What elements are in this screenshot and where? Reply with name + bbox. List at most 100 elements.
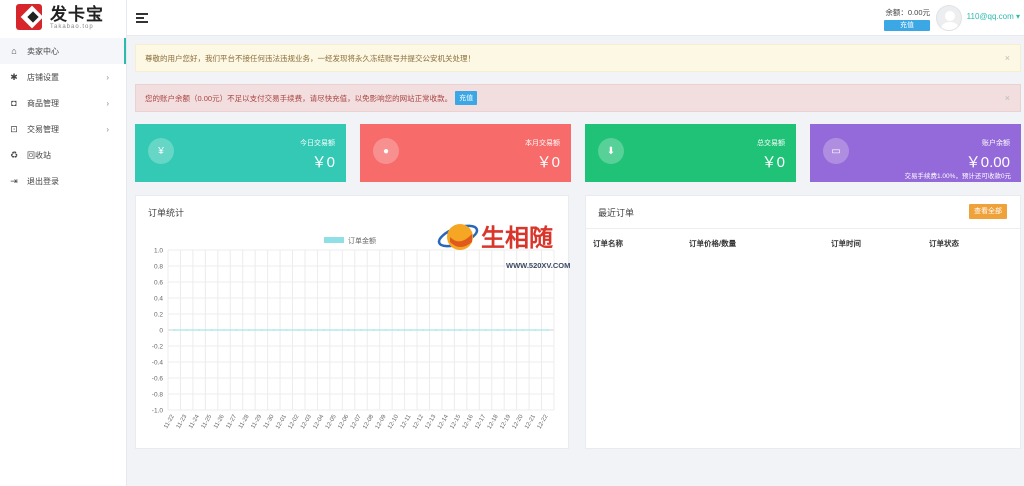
close-icon[interactable]: × bbox=[1005, 93, 1010, 103]
brand-logo[interactable]: 发卡宝 Takabao.top bbox=[0, 0, 126, 36]
data-point[interactable] bbox=[173, 329, 176, 331]
column-header: 订单状态 bbox=[929, 239, 959, 248]
close-icon[interactable]: × bbox=[1005, 53, 1010, 63]
brand-subtitle: Takabao.top bbox=[50, 24, 94, 30]
x-tick-label: 12-01 bbox=[275, 413, 288, 430]
x-tick-label: 11-28 bbox=[238, 413, 251, 429]
data-point[interactable] bbox=[385, 329, 387, 331]
data-point[interactable] bbox=[422, 329, 425, 331]
column-header: 订单名称 bbox=[593, 239, 623, 248]
data-point[interactable] bbox=[310, 329, 312, 331]
comment-icon: ▭ bbox=[823, 138, 849, 164]
chevron-right-icon: › bbox=[106, 72, 109, 82]
notice-alert: 尊敬的用户您好，我们平台不接任何违法违规业务，一经发现将永久冻结账号并提交公安机… bbox=[135, 44, 1021, 72]
alert-recharge-button[interactable]: 充值 bbox=[455, 91, 478, 105]
legend-swatch[interactable] bbox=[324, 237, 344, 243]
y-tick-label: 0.6 bbox=[154, 280, 163, 287]
data-point[interactable] bbox=[347, 329, 350, 331]
data-point[interactable] bbox=[248, 329, 250, 331]
cart-icon: ⊡ bbox=[10, 123, 18, 134]
stat-label: 总交易额 bbox=[757, 140, 785, 147]
chevron-right-icon: › bbox=[106, 98, 109, 108]
data-point[interactable] bbox=[372, 329, 375, 331]
x-tick-label: 12-22 bbox=[537, 413, 550, 430]
stat-card-0: ¥ 今日交易额 ￥0 bbox=[135, 124, 346, 182]
x-tick-label: 12-12 bbox=[412, 413, 425, 430]
sidebar-item-4[interactable]: ♻ 回收站 bbox=[0, 142, 126, 168]
x-tick-label: 12-07 bbox=[350, 413, 363, 430]
bag-icon: ◘ bbox=[11, 98, 17, 108]
sidebar-item-2[interactable]: ◘ 商品管理 › bbox=[0, 90, 126, 116]
stat-value: ￥0.00 bbox=[965, 154, 1010, 171]
y-tick-label: 0.2 bbox=[154, 312, 163, 319]
data-point[interactable] bbox=[410, 329, 412, 331]
data-point[interactable] bbox=[322, 329, 325, 331]
stat-value: ￥0 bbox=[311, 154, 335, 171]
column-header: 订单价格/数量 bbox=[689, 239, 737, 248]
menu-toggle-icon[interactable] bbox=[136, 13, 148, 23]
x-tick-label: 12-13 bbox=[425, 413, 438, 430]
x-tick-label: 12-03 bbox=[300, 413, 313, 430]
data-point[interactable] bbox=[185, 329, 188, 331]
data-point[interactable] bbox=[484, 329, 487, 331]
sidebar-item-0[interactable]: ⌂ 卖家中心 bbox=[0, 38, 126, 64]
data-point[interactable] bbox=[223, 329, 225, 331]
y-tick-label: -0.6 bbox=[152, 376, 164, 383]
x-tick-label: 12-06 bbox=[337, 413, 350, 430]
data-point[interactable] bbox=[260, 329, 263, 331]
x-tick-label: 12-14 bbox=[437, 413, 450, 430]
data-point[interactable] bbox=[297, 329, 300, 331]
x-tick-label: 12-10 bbox=[387, 413, 400, 430]
data-point[interactable] bbox=[447, 329, 449, 331]
view-all-button[interactable]: 查看全部 bbox=[969, 204, 1007, 219]
data-point[interactable] bbox=[472, 329, 474, 331]
stat-card-1: ● 本月交易额 ￥0 bbox=[360, 124, 571, 182]
data-point[interactable] bbox=[198, 329, 200, 331]
data-point[interactable] bbox=[273, 329, 275, 331]
data-point[interactable] bbox=[546, 329, 549, 331]
data-point[interactable] bbox=[335, 329, 337, 331]
x-tick-label: 11-22 bbox=[163, 413, 176, 429]
balance-alert-text: 您的账户余额（0.00元）不足以支付交易手续费，请尽快充值，以免影响您的网站正常… bbox=[145, 93, 453, 103]
x-tick-label: 12-05 bbox=[325, 413, 338, 430]
recharge-button[interactable]: 充值 bbox=[884, 20, 930, 31]
x-tick-label: 12-17 bbox=[474, 413, 487, 430]
data-point[interactable] bbox=[509, 329, 512, 331]
x-tick-label: 11-27 bbox=[226, 413, 239, 429]
stat-label: 今日交易额 bbox=[300, 140, 335, 147]
sidebar-item-5[interactable]: ⇥ 退出登录 bbox=[0, 168, 126, 194]
logout-icon: ⇥ bbox=[10, 175, 18, 186]
sidebar-item-3[interactable]: ⊡ 交易管理 › bbox=[0, 116, 126, 142]
orders-table-header: 订单名称 订单价格/数量 订单时间 订单状态 bbox=[586, 228, 1020, 250]
x-tick-label: 12-08 bbox=[362, 413, 375, 430]
y-tick-label: -0.8 bbox=[152, 392, 164, 399]
x-tick-label: 12-21 bbox=[524, 413, 537, 430]
x-tick-label: 12-19 bbox=[499, 413, 512, 430]
download-icon: ⬇ bbox=[598, 138, 624, 164]
data-point[interactable] bbox=[210, 329, 213, 331]
y-tick-label: -1.0 bbox=[152, 408, 164, 415]
stat-value: ￥0 bbox=[761, 154, 785, 171]
balance-text: 余额：0.00元 bbox=[885, 8, 930, 17]
data-point[interactable] bbox=[235, 329, 238, 331]
user-menu-dropdown[interactable]: 110@qq.com ▾ bbox=[967, 12, 1020, 21]
watermark-name: 生相随 bbox=[481, 225, 553, 252]
recycle-icon: ♻ bbox=[9, 149, 19, 160]
data-point[interactable] bbox=[285, 329, 288, 331]
data-point[interactable] bbox=[397, 329, 400, 331]
avatar[interactable] bbox=[936, 5, 962, 31]
data-point[interactable] bbox=[534, 329, 537, 331]
data-point[interactable] bbox=[522, 329, 524, 331]
x-tick-label: 12-04 bbox=[313, 413, 326, 430]
data-point[interactable] bbox=[497, 329, 499, 331]
sidebar-item-1[interactable]: ✱ 店铺设置 › bbox=[0, 64, 126, 90]
sidebar-item-label: 退出登录 bbox=[27, 176, 59, 186]
x-tick-label: 12-20 bbox=[512, 413, 525, 430]
stat-label: 账户余额 bbox=[982, 140, 1010, 147]
data-point[interactable] bbox=[434, 329, 437, 331]
user-icon: ● bbox=[373, 138, 399, 164]
column-header: 订单时间 bbox=[831, 239, 861, 248]
data-point[interactable] bbox=[360, 329, 362, 331]
data-point[interactable] bbox=[459, 329, 462, 331]
x-tick-label: 11-26 bbox=[213, 413, 226, 429]
